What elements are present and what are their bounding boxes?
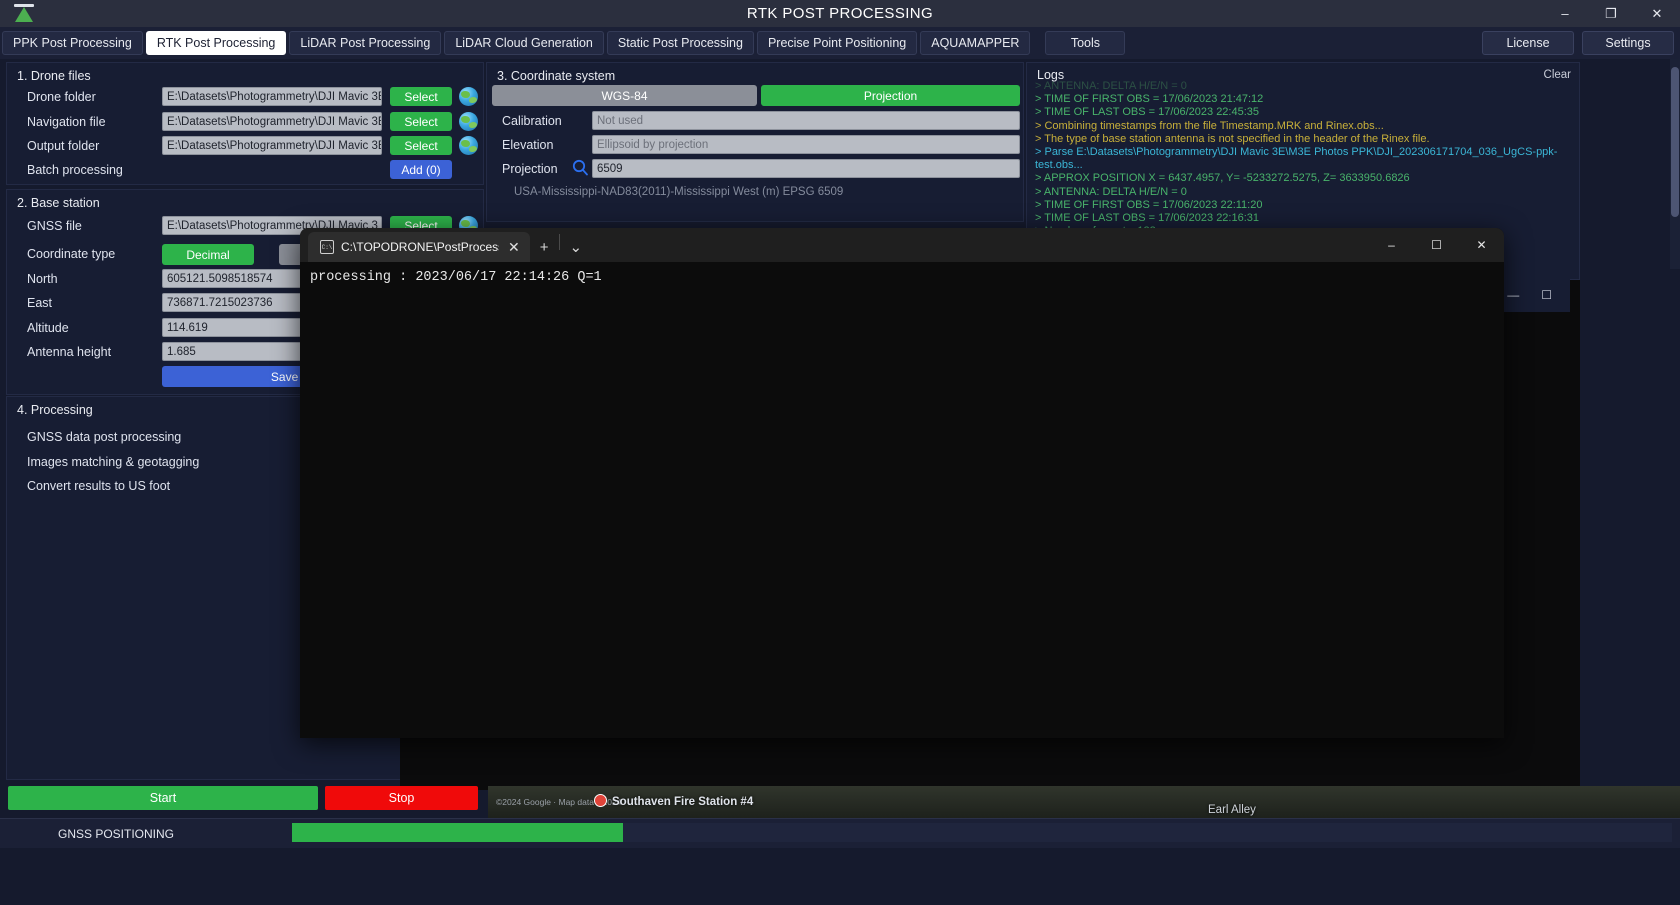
tab-lidar-post-processing[interactable]: LiDAR Post Processing [289,31,442,55]
altitude-label: Altitude [27,321,69,335]
window-minimize-button[interactable]: – [1542,0,1588,27]
tab-tools[interactable]: Tools [1045,31,1126,55]
mode-projection-button[interactable]: Projection [761,85,1020,106]
tab-aquamapper[interactable]: AQUAMAPPER [920,31,1031,55]
tab-static-post-processing[interactable]: Static Post Processing [606,31,754,55]
terminal-window-controls: – ☐ ✕ [1369,228,1504,262]
gnss-file-label: GNSS file [27,219,82,233]
output-folder-label: Output folder [27,139,100,153]
background-window-maximize-button[interactable]: ☐ [1541,288,1552,302]
status-label: GNSS POSITIONING [58,826,175,841]
window-close-button[interactable]: ✕ [1634,0,1680,27]
navigation-file-select-button[interactable]: Select [390,112,452,131]
output-folder-input[interactable]: E:\Datasets\Photogrammetry\DJI Mavic 3E [162,136,382,155]
app-root: RTK POST PROCESSING – ❐ ✕ PPK Post Proce… [0,0,1680,905]
window-maximize-button[interactable]: ❐ [1588,0,1634,27]
drone-folder-input[interactable]: E:\Datasets\Photogrammetry\DJI Mavic 3E [162,87,382,106]
processing-item-usfoot[interactable]: Convert results to US foot [27,479,170,493]
elevation-label: Elevation [502,138,554,152]
map-road-label: Earl Alley [1208,804,1256,816]
log-line: > The type of base station antenna is no… [1035,132,1430,145]
background-window-minimize-button[interactable]: — [1507,288,1519,302]
log-line: > Parse E:\Datasets\Photogrammetry\DJI M… [1035,146,1558,172]
calibration-label: Calibration [502,114,562,128]
tab-ppk-post-processing[interactable]: PPK Post Processing [2,31,143,55]
topodrone-logo-icon [8,3,42,25]
log-line: > TIME OF LAST OBS = 17/06/2023 22:45:35 [1035,106,1260,119]
coordinate-type-label: Coordinate type [27,247,116,261]
processing-item-gnss[interactable]: GNSS data post processing [27,430,181,444]
batch-add-button[interactable]: Add (0) [390,160,452,179]
top-right-button-group: License Settings [1482,31,1674,55]
chevron-down-icon[interactable]: ⌄ [560,232,593,262]
terminal-tab-close-icon[interactable]: ✕ [508,239,520,256]
drone-folder-label: Drone folder [27,90,96,104]
batch-processing-label: Batch processing [27,163,123,177]
stop-button[interactable]: Stop [325,786,478,810]
drone-folder-select-button[interactable]: Select [390,87,452,106]
terminal-window: C:\ C:\TOPODRONE\PostProcessi ✕ + ⌄ – ☐ … [300,228,1504,738]
license-button[interactable]: License [1482,31,1574,55]
coordinate-system-heading: 3. Coordinate system [497,69,616,83]
terminal-tab-strip: C:\ C:\TOPODRONE\PostProcessi ✕ + ⌄ – ☐ … [300,228,1504,262]
processing-item-images[interactable]: Images matching & geotagging [27,455,199,469]
map-place-label: Southaven Fire Station #4 [612,796,754,808]
log-line: > TIME OF FIRST OBS = 17/06/2023 21:47:1… [1035,93,1264,106]
settings-button[interactable]: Settings [1582,31,1674,55]
bottom-filler [0,848,1680,905]
drone-folder-globe-icon[interactable] [459,87,478,106]
progress-bar [292,823,1672,842]
projection-input[interactable]: 6509 [592,159,1020,178]
tab-lidar-cloud-generation[interactable]: LiDAR Cloud Generation [444,31,604,55]
window-controls: – ❐ ✕ [1542,0,1680,27]
navigation-file-globe-icon[interactable] [459,112,478,131]
mode-wgs84-button[interactable]: WGS-84 [492,85,757,106]
terminal-close-button[interactable]: ✕ [1459,228,1504,262]
projection-label: Projection [502,162,558,176]
log-line: > ANTENNA: DELTA H/E/N = 0 [1035,185,1187,198]
base-station-heading: 2. Base station [17,196,100,210]
drone-files-heading: 1. Drone files [17,69,91,83]
map-preview[interactable]: ©2024 Google · Map data ©2024 Southaven … [488,786,1680,818]
projection-result-item[interactable]: USA-Mississippi-NAD83(2011)-Mississippi … [514,186,843,198]
log-line: > APPROX POSITION X = 6437.4957, Y= -523… [1035,172,1410,185]
progress-bar-fill [292,823,624,842]
elevation-input[interactable]: Ellipsoid by projection [592,135,1020,154]
tab-rtk-post-processing[interactable]: RTK Post Processing [145,31,287,55]
north-label: North [27,272,58,286]
map-pin-icon[interactable] [594,794,607,807]
title-bar: RTK POST PROCESSING – ❐ ✕ [0,0,1680,27]
logs-scrollbar-thumb[interactable] [1671,67,1679,217]
navigation-file-label: Navigation file [27,115,106,129]
terminal-tab-title: C:\TOPODRONE\PostProcessi [341,240,499,254]
terminal-maximize-button[interactable]: ☐ [1414,228,1459,262]
main-tab-bar: PPK Post Processing RTK Post Processing … [0,27,1680,59]
logs-body[interactable]: > ANTENNA: DELTA H/E/N = 0 > TIME OF FIR… [1027,80,1579,238]
terminal-new-tab-button[interactable]: + [530,232,559,262]
calibration-input[interactable]: Not used [592,111,1020,130]
search-icon[interactable] [572,159,589,176]
log-line: > ANTENNA: DELTA H/E/N = 0 [1035,80,1187,92]
coordinate-system-panel: 3. Coordinate system WGS-84 Projection C… [486,62,1024,222]
window-title: RTK POST PROCESSING [746,5,934,22]
terminal-tab[interactable]: C:\ C:\TOPODRONE\PostProcessi ✕ [308,232,530,262]
terminal-minimize-button[interactable]: – [1369,228,1414,262]
east-label: East [27,296,53,310]
tab-precise-point-positioning[interactable]: Precise Point Positioning [756,31,918,55]
logs-scrollbar[interactable] [1670,59,1680,269]
start-button[interactable]: Start [8,786,318,810]
console-icon: C:\ [320,240,334,254]
coordinate-type-decimal-button[interactable]: Decimal [162,244,254,265]
terminal-body[interactable]: processing : 2023/06/17 22:14:26 Q=1 [300,262,1504,293]
log-line: > Combining timestamps from the file Tim… [1035,119,1384,132]
log-line: > TIME OF LAST OBS = 17/06/2023 22:16:31 [1035,212,1260,225]
navigation-file-input[interactable]: E:\Datasets\Photogrammetry\DJI Mavic 3E [162,112,382,131]
antenna-height-label: Antenna height [27,345,112,359]
output-folder-select-button[interactable]: Select [390,136,452,155]
terminal-output-line: processing : 2023/06/17 22:14:26 Q=1 [310,270,602,285]
output-folder-globe-icon[interactable] [459,136,478,155]
log-line: > TIME OF FIRST OBS = 17/06/2023 22:11:2… [1035,198,1263,211]
drone-files-panel: 1. Drone files Drone folder E:\Datasets\… [6,62,484,185]
